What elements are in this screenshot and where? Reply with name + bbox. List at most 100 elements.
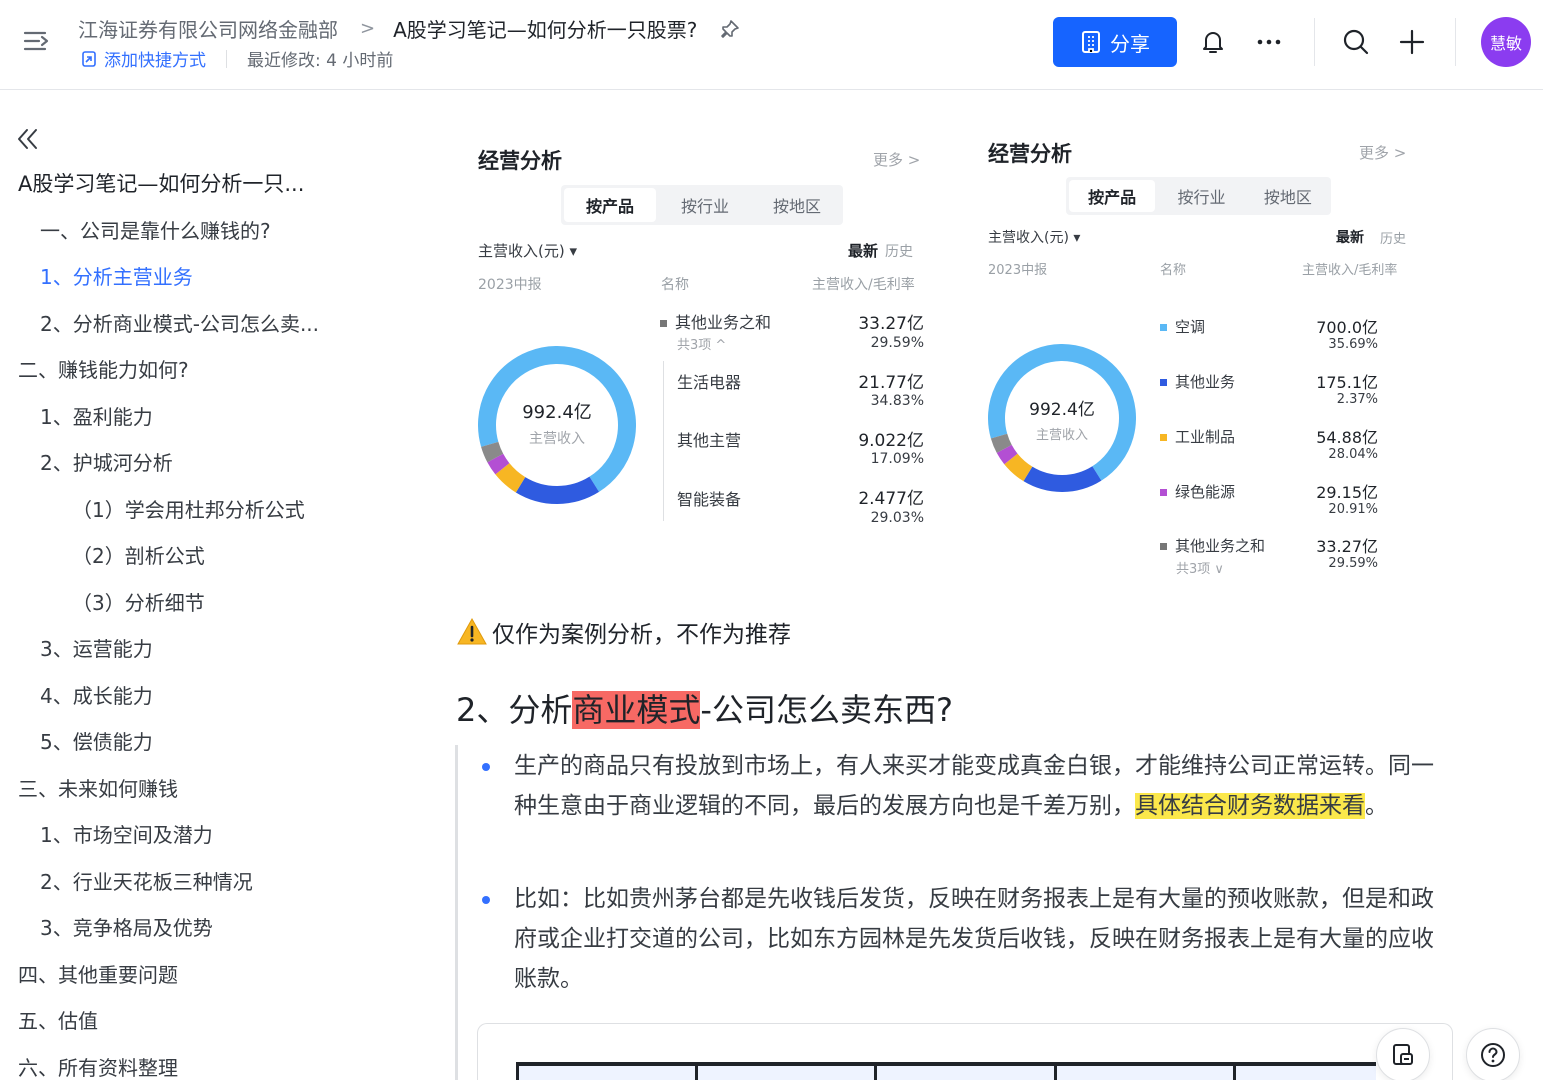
more-link[interactable]: 更多 > [1359,142,1406,163]
tab-by-industry[interactable]: 按行业 [659,185,751,225]
collapse-sidebar-icon[interactable] [14,125,42,153]
toc-item[interactable]: 六、所有资料整理 [0,1045,420,1080]
comment-button[interactable] [1376,1028,1430,1080]
toc-list: A股学习笔记—如何分析一只... 一、公司是靠什么赚钱的? 1、分析主营业务 2… [0,161,420,1080]
add-shortcut-link[interactable]: 添加快捷方式 [80,46,206,71]
donut-slice-2 [1023,466,1102,492]
building-icon [1082,31,1100,53]
latest-toggle[interactable]: 最新 [1336,227,1364,247]
donut-slice-4 [487,453,510,475]
plus-icon[interactable] [1396,26,1428,58]
row-name: 空调 [1160,316,1205,337]
row-name: 绿色能源 [1160,481,1235,502]
toc-item[interactable]: A股学习笔记—如何分析一只... [0,161,420,208]
row-pct: 29.03% [870,510,924,526]
toc-sidebar: A股学习笔记—如何分析一只... 一、公司是靠什么赚钱的? 1、分析主营业务 2… [0,91,420,1080]
toc-item[interactable]: （2）剖析公式 [0,533,420,580]
legend-dot [1160,324,1167,331]
toc-item[interactable]: （3）分析细节 [0,580,420,627]
col-name-header: 名称 [661,277,689,293]
period-label: 2023中报 [478,277,542,293]
tab-by-region[interactable]: 按地区 [1245,177,1331,215]
toc-item[interactable]: 5、偿债能力 [0,719,420,766]
help-button[interactable] [1466,1028,1520,1080]
history-toggle[interactable]: 历史 [1380,228,1406,247]
donut-slice-3 [495,462,526,493]
table-cell-border [695,1064,698,1080]
heading-suffix: -公司怎么卖东西? [700,691,953,729]
business-analysis-card-right: 经营分析 更多 > 按产品 按行业 按地区 主营收入(元) ▾ 最新 历史 20… [970,121,1420,577]
search-icon[interactable] [1340,26,1372,58]
bell-icon[interactable] [1197,26,1229,58]
toc-item[interactable]: （1）学会用杜邦分析公式 [0,487,420,534]
toc-item[interactable]: 一、公司是靠什么赚钱的? [0,208,420,255]
row-value: 2.477亿 [858,489,924,509]
toc-item[interactable]: 二、赚钱能力如何? [0,347,420,394]
tab-group: 按产品 按行业 按地区 [561,185,843,225]
pin-icon[interactable] [719,18,741,40]
metric-selector[interactable]: 主营收入(元) ▾ [988,227,1080,247]
toc-item[interactable]: 1、市场空间及潜力 [0,812,420,859]
bullet-text: 比如：比如贵州茅台都是先收钱后发货，反映在财务报表上是有大量的预收账款，但是和政… [514,886,1434,992]
row-name: 其他业务之和 [660,309,771,333]
row-pct: 2.37% [1336,392,1378,407]
breadcrumb-parent[interactable]: 江海证券有限公司网络金融部 [78,14,338,43]
disclaimer-text: 仅作为案例分析，不作为推荐 [492,622,791,648]
legend-dot [1160,379,1167,386]
share-button[interactable]: 分享 [1053,17,1177,67]
donut-slice-5 [481,441,504,463]
history-toggle[interactable]: 历史 [885,241,913,261]
donut-slice-3 [1004,453,1033,482]
breadcrumb-separator: > [360,18,376,39]
toc-item[interactable]: 2、行业天花板三种情况 [0,859,420,906]
section-heading: 2、分析商业模式-公司怎么卖东西? [456,685,953,731]
toc-item[interactable]: 三、未来如何赚钱 [0,766,420,813]
doc-title[interactable]: A股学习笔记—如何分析一只股票? [393,14,697,43]
toc-item[interactable]: 四、其他重要问题 [0,952,420,999]
table-cell-border [516,1064,519,1080]
more-link[interactable]: 更多 > [873,149,920,170]
donut-center: 992.4亿 主营收入 [507,398,607,448]
donut-label: 主营收入 [529,431,585,447]
legend-dot [1160,434,1167,441]
row-value: 9.022亿 [858,431,924,451]
toc-item[interactable]: 3、竞争格局及优势 [0,905,420,952]
toc-item[interactable]: 五、估值 [0,998,420,1045]
row-name-text: 工业制品 [1175,428,1236,446]
row-expand-toggle[interactable]: 共3项 ^ [677,334,726,353]
row-value: 700.0亿 [1316,318,1378,337]
heading-prefix: 2、分析 [456,691,573,729]
latest-toggle[interactable]: 最新 [848,240,878,261]
quote-bar [455,745,458,1080]
toc-item[interactable]: 1、盈利能力 [0,394,420,441]
row-pct: 29.59% [1328,556,1378,571]
row-expand-toggle[interactable]: 共3项 ∨ [1176,558,1224,577]
last-modified: 最近修改: 4 小时前 [247,51,394,71]
more-icon[interactable] [1253,26,1285,58]
legend-dot [1160,543,1167,550]
metric-selector[interactable]: 主营收入(元) ▾ [478,240,577,261]
tab-by-region[interactable]: 按地区 [751,185,843,225]
tab-by-industry[interactable]: 按行业 [1158,177,1244,215]
toc-item[interactable]: 2、分析商业模式-公司怎么卖... [0,301,420,348]
menu-icon[interactable] [22,28,54,56]
tab-by-product[interactable]: 按产品 [1069,180,1156,212]
toc-item-active[interactable]: 1、分析主营业务 [0,254,420,301]
toc-item[interactable]: 4、成长能力 [0,673,420,720]
warning-icon [457,617,487,645]
donut-label: 主营收入 [1035,428,1088,443]
row-value: 21.77亿 [858,373,924,393]
tab-by-product[interactable]: 按产品 [564,188,656,222]
toc-item[interactable]: 3、运营能力 [0,626,420,673]
row-pct: 35.69% [1328,337,1378,352]
document-comment-icon [1393,1044,1413,1065]
table-cell-border [874,1064,877,1080]
add-shortcut-label: 添加快捷方式 [104,51,206,71]
avatar[interactable]: 慧敏 [1481,17,1531,67]
row-name: 其他业务 [1160,371,1235,392]
tree-line [663,361,664,521]
toc-item[interactable]: 2、护城河分析 [0,440,420,487]
row-name: 智能装备 [677,490,742,509]
embedded-table[interactable] [477,1023,1453,1080]
row-pct: 20.91% [1328,502,1378,517]
